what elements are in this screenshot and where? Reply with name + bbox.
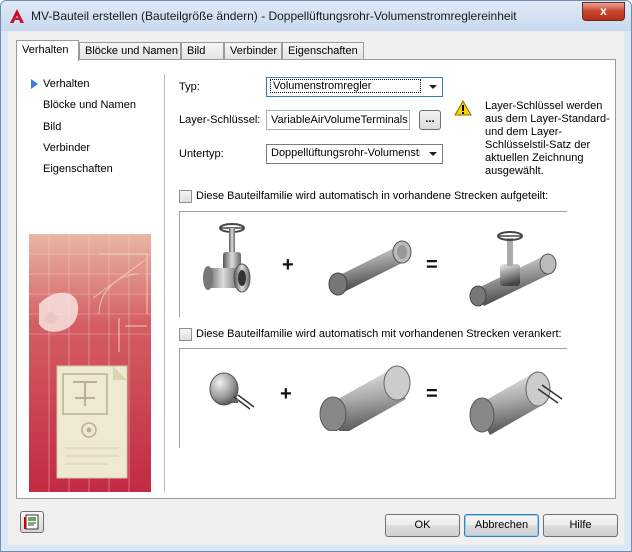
round-duct-illustration: [319, 365, 411, 431]
help-book-icon: [24, 514, 39, 530]
equals-symbol: =: [426, 254, 438, 276]
warning-triangle-icon: [454, 100, 472, 116]
close-button[interactable]: x: [582, 2, 625, 21]
ok-button[interactable]: OK: [385, 514, 460, 537]
tab-verhalten[interactable]: Verhalten: [16, 40, 79, 61]
layer-key-label: Layer-Schlüssel:: [179, 114, 261, 126]
help-book-button[interactable]: [20, 511, 44, 533]
chevron-down-icon: [426, 80, 440, 94]
anchor-checkbox-label: Diese Bauteilfamilie wird automatisch mi…: [196, 328, 562, 340]
nav-item-label: Verhalten: [43, 78, 90, 90]
untertyp-select-value: Doppellüftungsrohr-Volumenstro: [271, 147, 420, 159]
untertyp-label: Untertyp:: [179, 148, 224, 160]
chevron-down-icon: [426, 147, 440, 161]
nav-item-label: Bild: [43, 121, 62, 133]
split-illustration-frame: + =: [179, 211, 567, 317]
anchor-checkbox[interactable]: [179, 328, 192, 341]
nav-item-label: Verbinder: [43, 142, 91, 154]
tab-bild[interactable]: Bild: [181, 42, 224, 60]
plus-symbol: +: [282, 254, 294, 276]
untertyp-select[interactable]: Doppellüftungsrohr-Volumenstro: [266, 144, 443, 164]
nav-item-label: Blöcke und Namen: [43, 99, 136, 111]
dialog-window: MV-Bauteil erstellen (Bauteilgröße änder…: [0, 0, 632, 552]
autocad-logo-icon: [10, 9, 24, 23]
plus-symbol: +: [280, 383, 292, 405]
layer-key-field[interactable]: VariableAirVolumeTerminals: [266, 110, 410, 130]
anchor-illustration-frame: + =: [179, 348, 567, 448]
tab-eigenschaften[interactable]: Eigenschaften: [282, 42, 364, 60]
damper-in-duct-illustration: [469, 371, 563, 435]
typ-select-value: Volumenstromregler: [270, 79, 421, 93]
layer-key-browse-button[interactable]: ...: [419, 110, 441, 130]
tab-verbinder[interactable]: Verbinder: [224, 42, 282, 60]
tab-bloecke-und-namen[interactable]: Blöcke und Namen: [79, 42, 181, 60]
valve-illustration: [203, 223, 251, 293]
title-bar[interactable]: MV-Bauteil erstellen (Bauteilgröße änder…: [1, 1, 631, 31]
dialog-client-area: Verhalten Blöcke und Namen Bild Verbinde…: [8, 31, 624, 545]
wizard-side-illustration: [29, 234, 151, 492]
damper-illustration: [209, 372, 255, 410]
split-checkbox-label: Diese Bauteilfamilie wird automatisch in…: [196, 190, 549, 202]
equals-symbol: =: [426, 383, 438, 405]
cancel-button[interactable]: Abbrechen: [464, 514, 539, 537]
typ-select[interactable]: Volumenstromregler: [266, 77, 443, 97]
pipe-illustration: [328, 240, 412, 296]
tab-panel-verhalten: Verhalten Blöcke und Namen Bild Verbinde…: [16, 59, 616, 499]
typ-label: Typ:: [179, 81, 200, 93]
nav-divider: [164, 74, 165, 492]
valve-in-pipe-illustration: [469, 231, 557, 307]
nav-item-label: Eigenschaften: [43, 163, 113, 175]
help-button[interactable]: Hilfe: [543, 514, 618, 537]
layer-key-info-text: Layer-Schlüssel werden aus dem Layer-Sta…: [485, 100, 610, 177]
window-title: MV-Bauteil erstellen (Bauteilgröße änder…: [31, 9, 517, 23]
split-checkbox[interactable]: [179, 190, 192, 203]
selected-arrow-icon: [31, 79, 38, 89]
